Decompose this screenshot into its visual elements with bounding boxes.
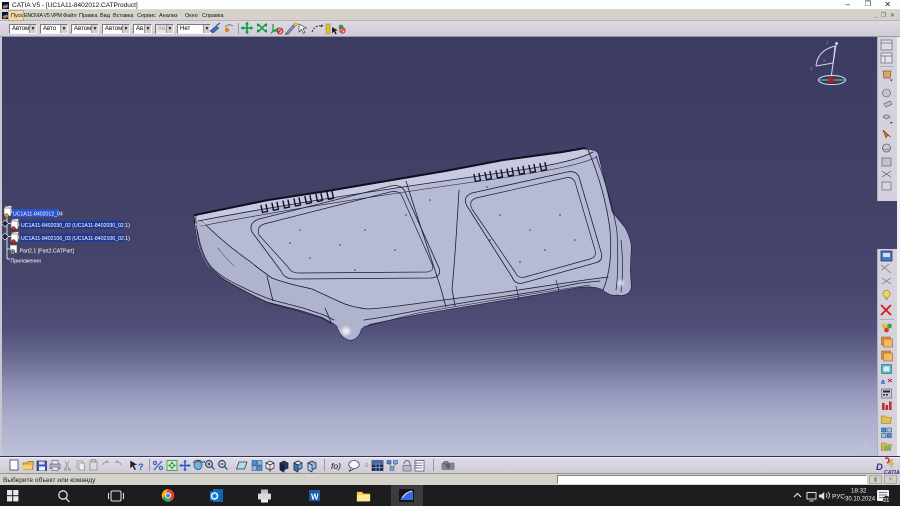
svg-text:30.10.2024: 30.10.2024 (845, 497, 876, 503)
svg-text:РУС: РУС (832, 494, 845, 501)
svg-text:W: W (311, 493, 319, 502)
svg-text:?: ? (138, 462, 144, 472)
svg-text:21: 21 (883, 498, 889, 504)
svg-text:D: D (876, 462, 883, 473)
svg-text:a: a (881, 379, 885, 386)
svg-text:18:32: 18:32 (851, 488, 867, 495)
svg-text:CATIA: CATIA (884, 470, 900, 476)
svg-text:fο): fο) (331, 461, 341, 471)
